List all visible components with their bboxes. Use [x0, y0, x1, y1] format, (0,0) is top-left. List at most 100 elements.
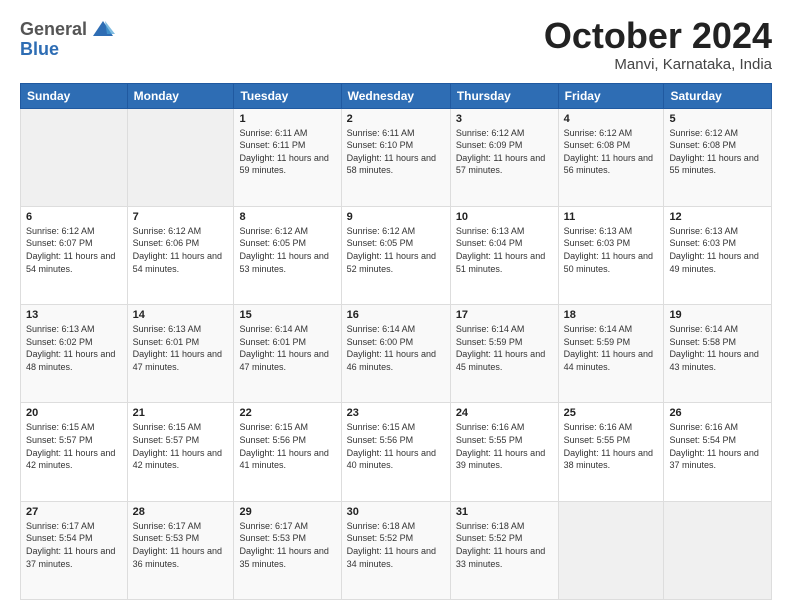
calendar-cell: 5 Sunrise: 6:12 AMSunset: 6:08 PMDaylight…: [664, 108, 772, 206]
day-number: 30: [347, 506, 445, 518]
calendar-week-row: 6Sunrise: 6:12 AMSunset: 6:07 PMDaylight…: [21, 206, 772, 304]
calendar-cell: 18 Sunrise: 6:14 AMSunset: 5:59 PMDayligh…: [558, 305, 664, 403]
day-number: 24: [456, 407, 553, 419]
calendar-cell: 21Sunrise: 6:15 AMSunset: 5:57 PMDayligh…: [127, 403, 234, 501]
day-info: Sunrise: 6:13 AMSunset: 6:01 PMDaylight:…: [133, 323, 229, 373]
day-number: 17: [456, 309, 553, 321]
calendar-day-header: Friday: [558, 83, 664, 108]
calendar-cell: 6Sunrise: 6:12 AMSunset: 6:07 PMDaylight…: [21, 206, 128, 304]
day-info: Sunrise: 6:11 AMSunset: 6:11 PMDaylight:…: [239, 127, 335, 177]
day-number: 9: [347, 211, 445, 223]
day-info: Sunrise: 6:12 AMSunset: 6:08 PMDaylight:…: [669, 127, 766, 177]
day-info: Sunrise: 6:12 AMSunset: 6:06 PMDaylight:…: [133, 225, 229, 275]
day-info: Sunrise: 6:15 AMSunset: 5:57 PMDaylight:…: [26, 421, 122, 471]
calendar-cell: [664, 501, 772, 599]
calendar-table: SundayMondayTuesdayWednesdayThursdayFrid…: [20, 83, 772, 600]
day-info: Sunrise: 6:14 AMSunset: 5:59 PMDaylight:…: [564, 323, 659, 373]
day-number: 5: [669, 113, 766, 125]
logo-general: General: [20, 20, 87, 40]
day-number: 26: [669, 407, 766, 419]
calendar-cell: 13 Sunrise: 6:13 AMSunset: 6:02 PMDayligh…: [21, 305, 128, 403]
day-number: 23: [347, 407, 445, 419]
day-info: Sunrise: 6:12 AMSunset: 6:09 PMDaylight:…: [456, 127, 553, 177]
day-number: 22: [239, 407, 335, 419]
calendar-day-header: Tuesday: [234, 83, 341, 108]
calendar-cell: 4 Sunrise: 6:12 AMSunset: 6:08 PMDaylight…: [558, 108, 664, 206]
calendar-cell: 27Sunrise: 6:17 AMSunset: 5:54 PMDayligh…: [21, 501, 128, 599]
day-number: 11: [564, 211, 659, 223]
day-number: 28: [133, 506, 229, 518]
day-info: Sunrise: 6:15 AMSunset: 5:56 PMDaylight:…: [347, 421, 445, 471]
calendar-week-row: 1 Sunrise: 6:11 AMSunset: 6:11 PMDaylight…: [21, 108, 772, 206]
calendar-cell: 23 Sunrise: 6:15 AMSunset: 5:56 PMDayligh…: [341, 403, 450, 501]
calendar-cell: 19 Sunrise: 6:14 AMSunset: 5:58 PMDayligh…: [664, 305, 772, 403]
calendar-cell: 7 Sunrise: 6:12 AMSunset: 6:06 PMDaylight…: [127, 206, 234, 304]
calendar-day-header: Sunday: [21, 83, 128, 108]
day-info: Sunrise: 6:17 AMSunset: 5:54 PMDaylight:…: [26, 520, 122, 570]
day-number: 8: [239, 211, 335, 223]
day-number: 29: [239, 506, 335, 518]
day-info: Sunrise: 6:14 AMSunset: 5:59 PMDaylight:…: [456, 323, 553, 373]
calendar-cell: 30 Sunrise: 6:18 AMSunset: 5:52 PMDayligh…: [341, 501, 450, 599]
day-number: 18: [564, 309, 659, 321]
calendar-cell: 31 Sunrise: 6:18 AMSunset: 5:52 PMDayligh…: [450, 501, 558, 599]
day-number: 6: [26, 211, 122, 223]
calendar-day-header: Thursday: [450, 83, 558, 108]
calendar-cell: 24 Sunrise: 6:16 AMSunset: 5:55 PMDayligh…: [450, 403, 558, 501]
day-number: 1: [239, 113, 335, 125]
calendar-cell: 17 Sunrise: 6:14 AMSunset: 5:59 PMDayligh…: [450, 305, 558, 403]
day-number: 13: [26, 309, 122, 321]
day-info: Sunrise: 6:18 AMSunset: 5:52 PMDaylight:…: [456, 520, 553, 570]
day-info: Sunrise: 6:15 AMSunset: 5:56 PMDaylight:…: [239, 421, 335, 471]
day-info: Sunrise: 6:18 AMSunset: 5:52 PMDaylight:…: [347, 520, 445, 570]
calendar-cell: 28Sunrise: 6:17 AMSunset: 5:53 PMDayligh…: [127, 501, 234, 599]
day-info: Sunrise: 6:13 AMSunset: 6:04 PMDaylight:…: [456, 225, 553, 275]
calendar-week-row: 27Sunrise: 6:17 AMSunset: 5:54 PMDayligh…: [21, 501, 772, 599]
day-number: 31: [456, 506, 553, 518]
calendar-cell: 9 Sunrise: 6:12 AMSunset: 6:05 PMDaylight…: [341, 206, 450, 304]
day-number: 14: [133, 309, 229, 321]
logo-icon: [89, 16, 117, 44]
calendar-cell: 14 Sunrise: 6:13 AMSunset: 6:01 PMDayligh…: [127, 305, 234, 403]
calendar-cell: [558, 501, 664, 599]
day-info: Sunrise: 6:12 AMSunset: 6:05 PMDaylight:…: [239, 225, 335, 275]
day-info: Sunrise: 6:16 AMSunset: 5:55 PMDaylight:…: [456, 421, 553, 471]
day-info: Sunrise: 6:14 AMSunset: 5:58 PMDaylight:…: [669, 323, 766, 373]
day-number: 2: [347, 113, 445, 125]
calendar-cell: 25 Sunrise: 6:16 AMSunset: 5:55 PMDayligh…: [558, 403, 664, 501]
calendar-day-header: Saturday: [664, 83, 772, 108]
day-number: 4: [564, 113, 659, 125]
day-number: 7: [133, 211, 229, 223]
day-info: Sunrise: 6:14 AMSunset: 6:00 PMDaylight:…: [347, 323, 445, 373]
calendar-cell: 12Sunrise: 6:13 AMSunset: 6:03 PMDayligh…: [664, 206, 772, 304]
calendar-header-row: SundayMondayTuesdayWednesdayThursdayFrid…: [21, 83, 772, 108]
calendar-cell: 15 Sunrise: 6:14 AMSunset: 6:01 PMDayligh…: [234, 305, 341, 403]
day-info: Sunrise: 6:14 AMSunset: 6:01 PMDaylight:…: [239, 323, 335, 373]
title-block: October 2024 Manvi, Karnataka, India: [544, 16, 772, 73]
calendar-day-header: Monday: [127, 83, 234, 108]
day-number: 10: [456, 211, 553, 223]
calendar-cell: [127, 108, 234, 206]
header: General Blue October 2024 Manvi, Karnata…: [20, 16, 772, 73]
page: General Blue October 2024 Manvi, Karnata…: [0, 0, 792, 612]
day-info: Sunrise: 6:12 AMSunset: 6:05 PMDaylight:…: [347, 225, 445, 275]
calendar-cell: 16Sunrise: 6:14 AMSunset: 6:00 PMDayligh…: [341, 305, 450, 403]
day-info: Sunrise: 6:17 AMSunset: 5:53 PMDaylight:…: [239, 520, 335, 570]
calendar-cell: 10 Sunrise: 6:13 AMSunset: 6:04 PMDayligh…: [450, 206, 558, 304]
calendar-cell: 11Sunrise: 6:13 AMSunset: 6:03 PMDayligh…: [558, 206, 664, 304]
day-info: Sunrise: 6:16 AMSunset: 5:55 PMDaylight:…: [564, 421, 659, 471]
day-info: Sunrise: 6:13 AMSunset: 6:03 PMDaylight:…: [669, 225, 766, 275]
day-number: 25: [564, 407, 659, 419]
day-number: 19: [669, 309, 766, 321]
calendar-cell: 2 Sunrise: 6:11 AMSunset: 6:10 PMDaylight…: [341, 108, 450, 206]
day-info: Sunrise: 6:11 AMSunset: 6:10 PMDaylight:…: [347, 127, 445, 177]
calendar-cell: 20Sunrise: 6:15 AMSunset: 5:57 PMDayligh…: [21, 403, 128, 501]
day-info: Sunrise: 6:13 AMSunset: 6:02 PMDaylight:…: [26, 323, 122, 373]
logo-blue: Blue: [20, 40, 59, 60]
day-number: 15: [239, 309, 335, 321]
day-info: Sunrise: 6:12 AMSunset: 6:08 PMDaylight:…: [564, 127, 659, 177]
calendar-cell: 22 Sunrise: 6:15 AMSunset: 5:56 PMDayligh…: [234, 403, 341, 501]
calendar-cell: 26 Sunrise: 6:16 AMSunset: 5:54 PMDayligh…: [664, 403, 772, 501]
day-info: Sunrise: 6:16 AMSunset: 5:54 PMDaylight:…: [669, 421, 766, 471]
calendar-week-row: 13 Sunrise: 6:13 AMSunset: 6:02 PMDayligh…: [21, 305, 772, 403]
